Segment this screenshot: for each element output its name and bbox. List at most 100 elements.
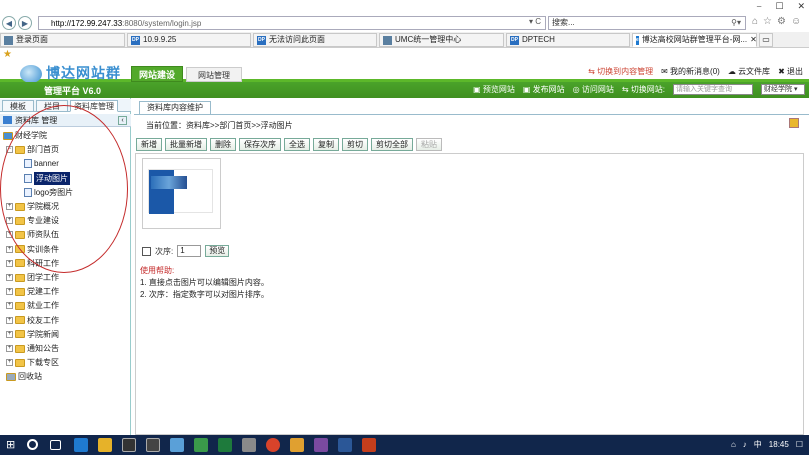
- logo-emblem-icon: [20, 65, 42, 84]
- tree-expander-icon[interactable]: +: [6, 345, 13, 352]
- save-order-button[interactable]: 保存次序: [239, 138, 281, 151]
- notification-icon[interactable]: ☐: [796, 440, 803, 449]
- preview-site-link[interactable]: ▣ 预览网站: [473, 84, 515, 95]
- close-button[interactable]: ✕: [797, 1, 805, 12]
- browser-tab-dptech[interactable]: DP DPTECH: [506, 33, 630, 47]
- ppt-taskbar-icon[interactable]: [362, 438, 376, 452]
- favorites-star-icon[interactable]: ★: [3, 49, 12, 60]
- tree-node[interactable]: + 学院新闻: [6, 328, 59, 341]
- site-select[interactable]: 财经学院 ▾: [761, 84, 805, 95]
- app-taskbar-icon[interactable]: [194, 438, 208, 452]
- link-label: 切换到内容管理: [597, 67, 654, 76]
- word-taskbar-icon[interactable]: [338, 438, 352, 452]
- browser-tab-active[interactable]: e 博达高校网站群管理平台-网... ✕: [632, 33, 757, 47]
- app-taskbar-icon[interactable]: [122, 438, 136, 452]
- green-toolbar: 管理平台 V6.0 ▣ 预览网站 ▣ 发布网站 ◎ 访问网站 ⇆ 切换网站: 请…: [0, 82, 809, 98]
- back-icon[interactable]: ◀: [2, 16, 16, 30]
- paste-button[interactable]: 粘贴: [416, 138, 442, 151]
- tree-expander-icon[interactable]: +: [6, 330, 13, 338]
- maximize-button[interactable]: ☐: [775, 1, 783, 12]
- content-tab[interactable]: 资料库内容维护: [139, 101, 211, 114]
- delete-button[interactable]: 删除: [210, 138, 236, 151]
- tree-expander-icon[interactable]: +: [6, 316, 13, 324]
- browser-tab-ip[interactable]: DP 10.9.9.25: [127, 33, 251, 47]
- browser-tab-umc[interactable]: UMC统一管理中心: [379, 33, 504, 47]
- smiley-icon[interactable]: ☺: [791, 16, 801, 27]
- volume-icon[interactable]: ♪: [743, 440, 747, 449]
- browser-search-input[interactable]: 搜索... ⚲▾: [548, 16, 746, 30]
- tree-expander-icon[interactable]: +: [6, 259, 13, 267]
- tab-label: UMC统一管理中心: [395, 35, 462, 44]
- tree-expander-icon[interactable]: +: [6, 359, 13, 367]
- batch-add-button[interactable]: 批量新增: [165, 138, 207, 151]
- app-taskbar-icon[interactable]: [314, 438, 328, 452]
- address-bar[interactable]: http://172.99.247.33:8080/system/login.j…: [38, 16, 546, 30]
- add-button[interactable]: 新增: [136, 138, 162, 151]
- tree-node[interactable]: + 通知公告: [6, 342, 59, 355]
- terminal-taskbar-icon[interactable]: [146, 438, 160, 452]
- minimize-button[interactable]: ⎯: [757, 1, 762, 12]
- order-input[interactable]: 1: [177, 245, 202, 257]
- network-icon[interactable]: ⌂: [731, 440, 736, 449]
- excel-taskbar-icon[interactable]: [218, 438, 232, 452]
- tree-expander-icon[interactable]: +: [6, 288, 13, 296]
- home-icon[interactable]: ⌂: [752, 16, 758, 27]
- settings-gear-icon[interactable]: ⚙: [777, 16, 786, 27]
- site-search-input[interactable]: 请输入关键字查询: [673, 84, 753, 95]
- link-label: 我的新消息(0): [670, 67, 720, 76]
- search-icon[interactable]: ⚲▾: [731, 17, 741, 29]
- tree-node[interactable]: + 下载专区: [6, 356, 59, 369]
- ime-icon[interactable]: 中: [754, 439, 762, 450]
- collapse-panel-icon[interactable]: ‹: [118, 116, 127, 125]
- tab-site-manage[interactable]: 网站管理: [186, 67, 242, 82]
- order-label: 次序:: [155, 246, 174, 256]
- select-checkbox[interactable]: [142, 246, 151, 256]
- switch-content-link[interactable]: ⇆ 切换到内容管理: [588, 66, 653, 77]
- app-taskbar-icon[interactable]: [170, 438, 184, 452]
- new-tab-button[interactable]: ▭: [759, 33, 773, 47]
- publish-site-link[interactable]: ▣ 发布网站: [523, 84, 565, 95]
- tab-site-build[interactable]: 网站建设: [131, 66, 183, 82]
- forward-icon[interactable]: ▶: [18, 16, 32, 30]
- app-taskbar-icon[interactable]: [290, 438, 304, 452]
- tree-expander-icon[interactable]: +: [6, 302, 13, 310]
- cut-all-button[interactable]: 剪切全部: [371, 138, 413, 151]
- tree-node[interactable]: + 就业工作: [6, 299, 59, 312]
- preview-button[interactable]: 预览: [205, 245, 230, 257]
- go-up-icon[interactable]: [789, 118, 799, 128]
- switch-site-label: ⇆ 切换网站:: [621, 85, 665, 94]
- top-links: ⇆ 切换到内容管理 ✉ 我的新消息(0) ☁ 云文件库 ✖ 退出: [588, 66, 803, 77]
- page-icon: [383, 35, 392, 45]
- tree-node-label: 通知公告: [27, 344, 59, 353]
- tree-node[interactable]: + 校友工作: [6, 314, 59, 327]
- tree-node[interactable]: 回收站: [6, 370, 42, 383]
- window-controls: ⎯ ☐ ✕: [757, 1, 805, 12]
- tree-expander-icon[interactable]: +: [6, 274, 13, 281]
- ie-taskbar-icon[interactable]: [74, 438, 88, 452]
- image-thumbnail[interactable]: [148, 169, 213, 214]
- tab-template[interactable]: 模板: [2, 100, 34, 112]
- browser-tab-error[interactable]: DP 无法访问此页面: [253, 33, 377, 47]
- tree-node[interactable]: + 党建工作: [6, 285, 59, 298]
- favorites-star-icon[interactable]: ☆: [763, 16, 772, 27]
- explorer-taskbar-icon[interactable]: [98, 438, 112, 452]
- clock[interactable]: 18:45: [769, 440, 789, 449]
- tree-node[interactable]: + 团学工作: [6, 271, 59, 284]
- windows-start-icon[interactable]: ⊞: [6, 438, 20, 452]
- task-view-icon[interactable]: [50, 440, 61, 450]
- cloud-files-link[interactable]: ☁ 云文件库: [728, 66, 770, 77]
- tab-close-icon[interactable]: ✕: [750, 34, 756, 46]
- refresh-icon[interactable]: ▾ C: [529, 17, 541, 26]
- app-taskbar-icon[interactable]: [266, 438, 280, 452]
- address-row: ◀ ▶ http://172.99.247.33:8080/system/log…: [0, 14, 809, 32]
- visit-site-link[interactable]: ◎ 访问网站: [573, 84, 614, 95]
- browser-tab-login[interactable]: 登录页面: [0, 33, 125, 47]
- tree-expander-icon[interactable]: +: [6, 245, 13, 253]
- cut-button[interactable]: 剪切: [342, 138, 368, 151]
- copy-button[interactable]: 复制: [313, 138, 339, 151]
- cortana-icon[interactable]: [27, 439, 38, 450]
- app-taskbar-icon[interactable]: [242, 438, 256, 452]
- messages-link[interactable]: ✉ 我的新消息(0): [661, 66, 720, 77]
- logout-link[interactable]: ✖ 退出: [778, 66, 803, 77]
- select-all-button[interactable]: 全选: [284, 138, 310, 151]
